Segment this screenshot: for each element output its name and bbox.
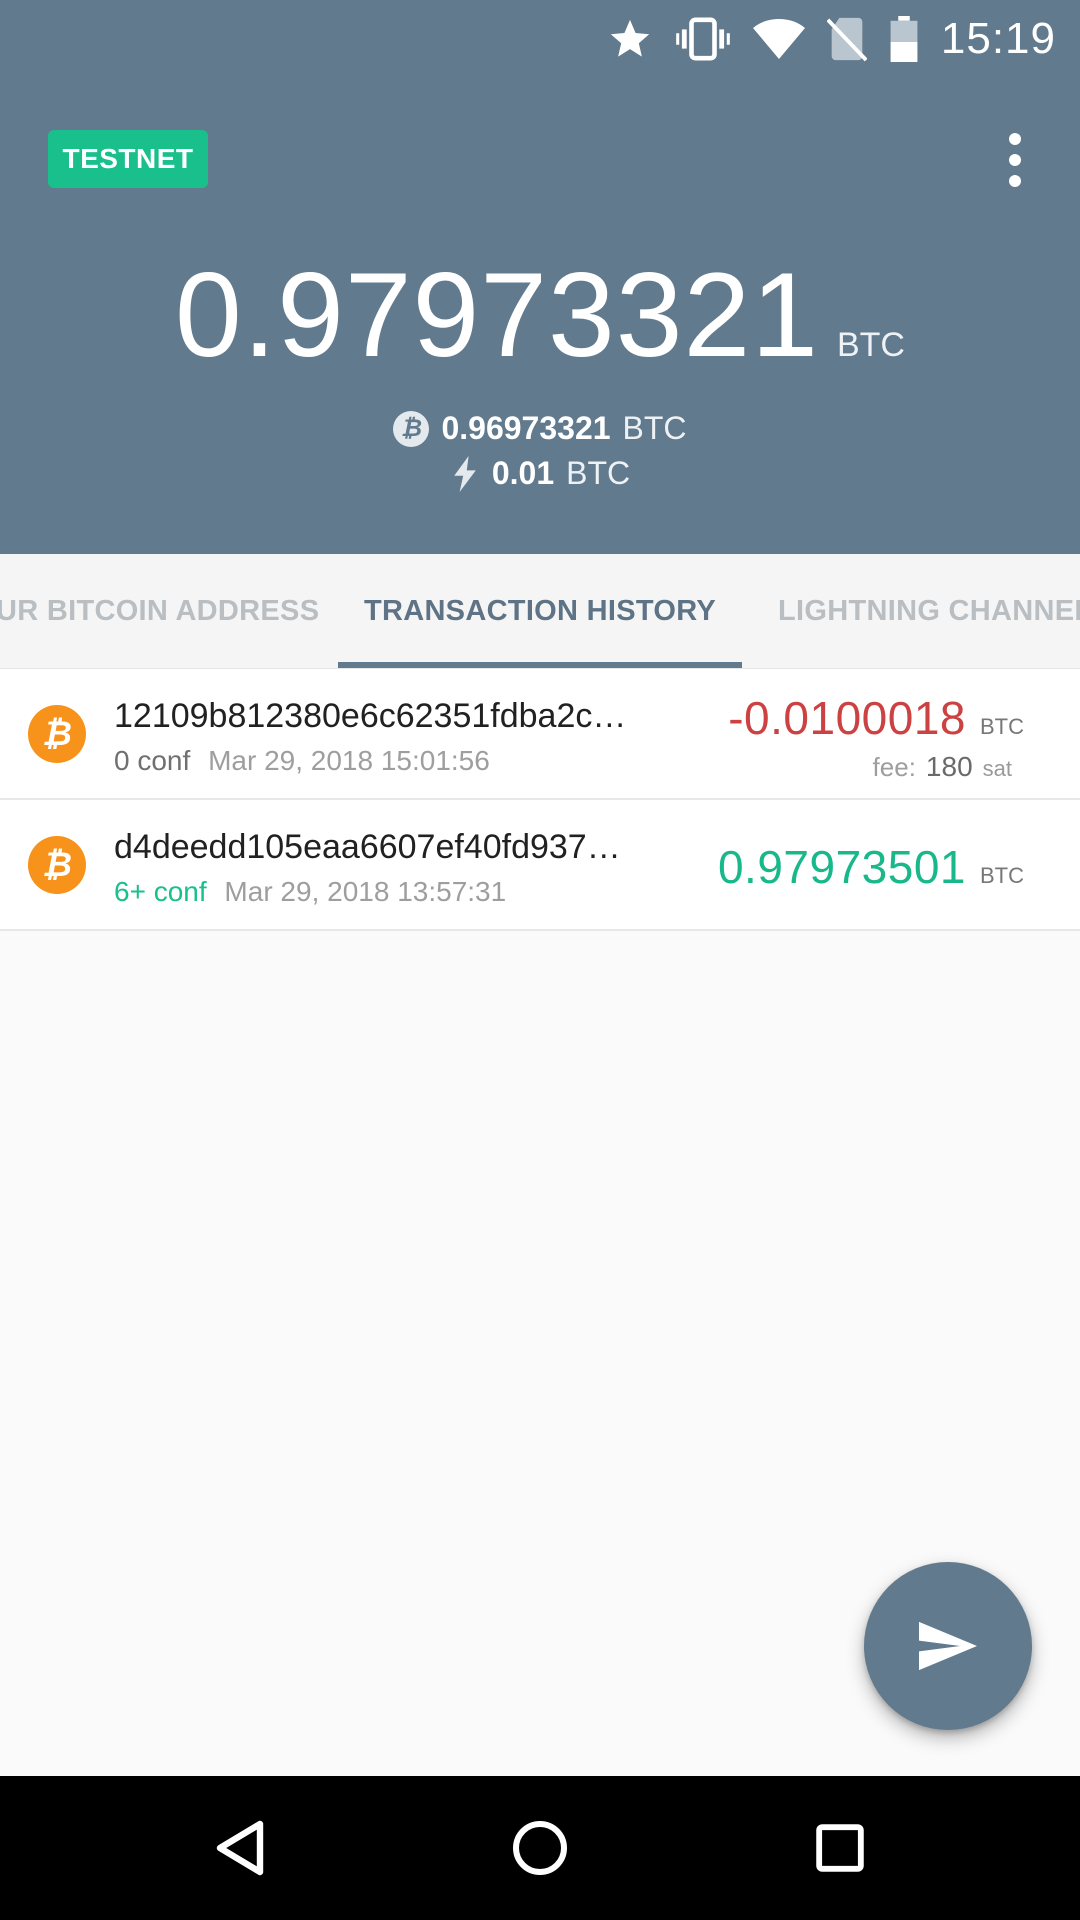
total-balance-value: 0.97973321 xyxy=(175,248,819,382)
bitcoin-icon: ₿ xyxy=(393,410,430,447)
tab-bar: UR BITCOIN ADDRESS TRANSACTION HISTORY L… xyxy=(0,554,1080,669)
total-balance: 0.97973321 BTC xyxy=(0,255,1080,375)
lightning-balance-unit: BTC xyxy=(566,455,631,491)
send-button[interactable] xyxy=(864,1562,1032,1730)
battery-icon xyxy=(890,16,918,62)
testnet-badge: TESTNET xyxy=(48,130,208,188)
transaction-hash: 12109b812380e6c62351fdba2c… xyxy=(114,697,627,735)
star-icon xyxy=(610,19,650,57)
confirmations: 6+ conf xyxy=(114,876,207,907)
home-icon xyxy=(513,1821,567,1875)
status-icons: 15:19 xyxy=(607,10,1056,68)
recents-icon xyxy=(816,1824,864,1872)
lightning-balance-value: 0.01 xyxy=(491,455,555,491)
transaction-hash: d4deedd105eaa6607ef40fd937… xyxy=(114,828,621,866)
transaction-date: Mar 29, 2018 13:57:31 xyxy=(224,876,507,907)
onchain-balance-unit: BTC xyxy=(622,410,687,446)
back-icon xyxy=(216,1820,264,1876)
menu-dot xyxy=(1009,154,1021,166)
recents-button[interactable] xyxy=(760,1776,920,1920)
amount-value: 0.97973501 xyxy=(717,841,966,893)
tab-lightning-channels[interactable]: LIGHTNING CHANNELS xyxy=(778,554,1080,668)
transaction-amount: 0.97973501 BTC xyxy=(718,840,1024,894)
vibrate-icon xyxy=(676,17,730,61)
fee-label: fee: xyxy=(872,752,916,782)
fee-unit: sat xyxy=(982,756,1012,781)
tab-transaction-history[interactable]: TRANSACTION HISTORY xyxy=(338,554,742,668)
wifi-icon xyxy=(752,19,805,59)
menu-dot xyxy=(1009,133,1021,145)
bitcoin-icon: ₿ xyxy=(28,705,86,763)
transaction-meta: 0 conf Mar 29, 2018 15:01:56 xyxy=(114,745,490,777)
navigation-bar xyxy=(0,1776,1080,1920)
tab-indicator xyxy=(338,662,742,668)
onchain-balance: ₿ 0.96973321 BTC xyxy=(0,410,1080,447)
total-balance-unit: BTC xyxy=(836,326,905,364)
transaction-amount: -0.0100018 BTC xyxy=(728,691,1024,745)
home-button[interactable] xyxy=(460,1776,620,1920)
transaction-row[interactable]: ₿ 12109b812380e6c62351fdba2c… 0 conf Mar… xyxy=(0,669,1080,800)
tab-bitcoin-address[interactable]: UR BITCOIN ADDRESS xyxy=(0,554,326,668)
amount-value: -0.0100018 xyxy=(728,692,966,744)
transaction-row[interactable]: ₿ d4deedd105eaa6607ef40fd937… 6+ conf Ma… xyxy=(0,800,1080,931)
status-bar: 15:19 xyxy=(0,0,1080,78)
onchain-balance-value: 0.96973321 xyxy=(441,410,611,446)
fee-value: 180 xyxy=(925,751,973,782)
transaction-date: Mar 29, 2018 15:01:56 xyxy=(208,745,490,776)
back-button[interactable] xyxy=(160,1776,320,1920)
lightning-balance: 0.01 BTC xyxy=(0,455,1080,492)
lightning-icon xyxy=(454,455,476,492)
amount-unit: BTC xyxy=(980,714,1024,739)
transaction-fee: fee: 180 sat xyxy=(873,751,1012,783)
no-sim-icon xyxy=(826,17,867,62)
wallet-header: 15:19 TESTNET 0.97973321 BTC ₿ 0.9697332… xyxy=(0,0,1080,554)
overflow-menu-button[interactable] xyxy=(980,120,1050,200)
bitcoin-icon: ₿ xyxy=(28,836,86,894)
confirmations: 0 conf xyxy=(114,745,191,776)
send-icon xyxy=(919,1621,977,1671)
menu-dot xyxy=(1009,175,1021,187)
transaction-meta: 6+ conf Mar 29, 2018 13:57:31 xyxy=(114,876,506,908)
status-time: 15:19 xyxy=(940,14,1056,63)
amount-unit: BTC xyxy=(980,863,1024,888)
transaction-list: ₿ 12109b812380e6c62351fdba2c… 0 conf Mar… xyxy=(0,669,1080,931)
